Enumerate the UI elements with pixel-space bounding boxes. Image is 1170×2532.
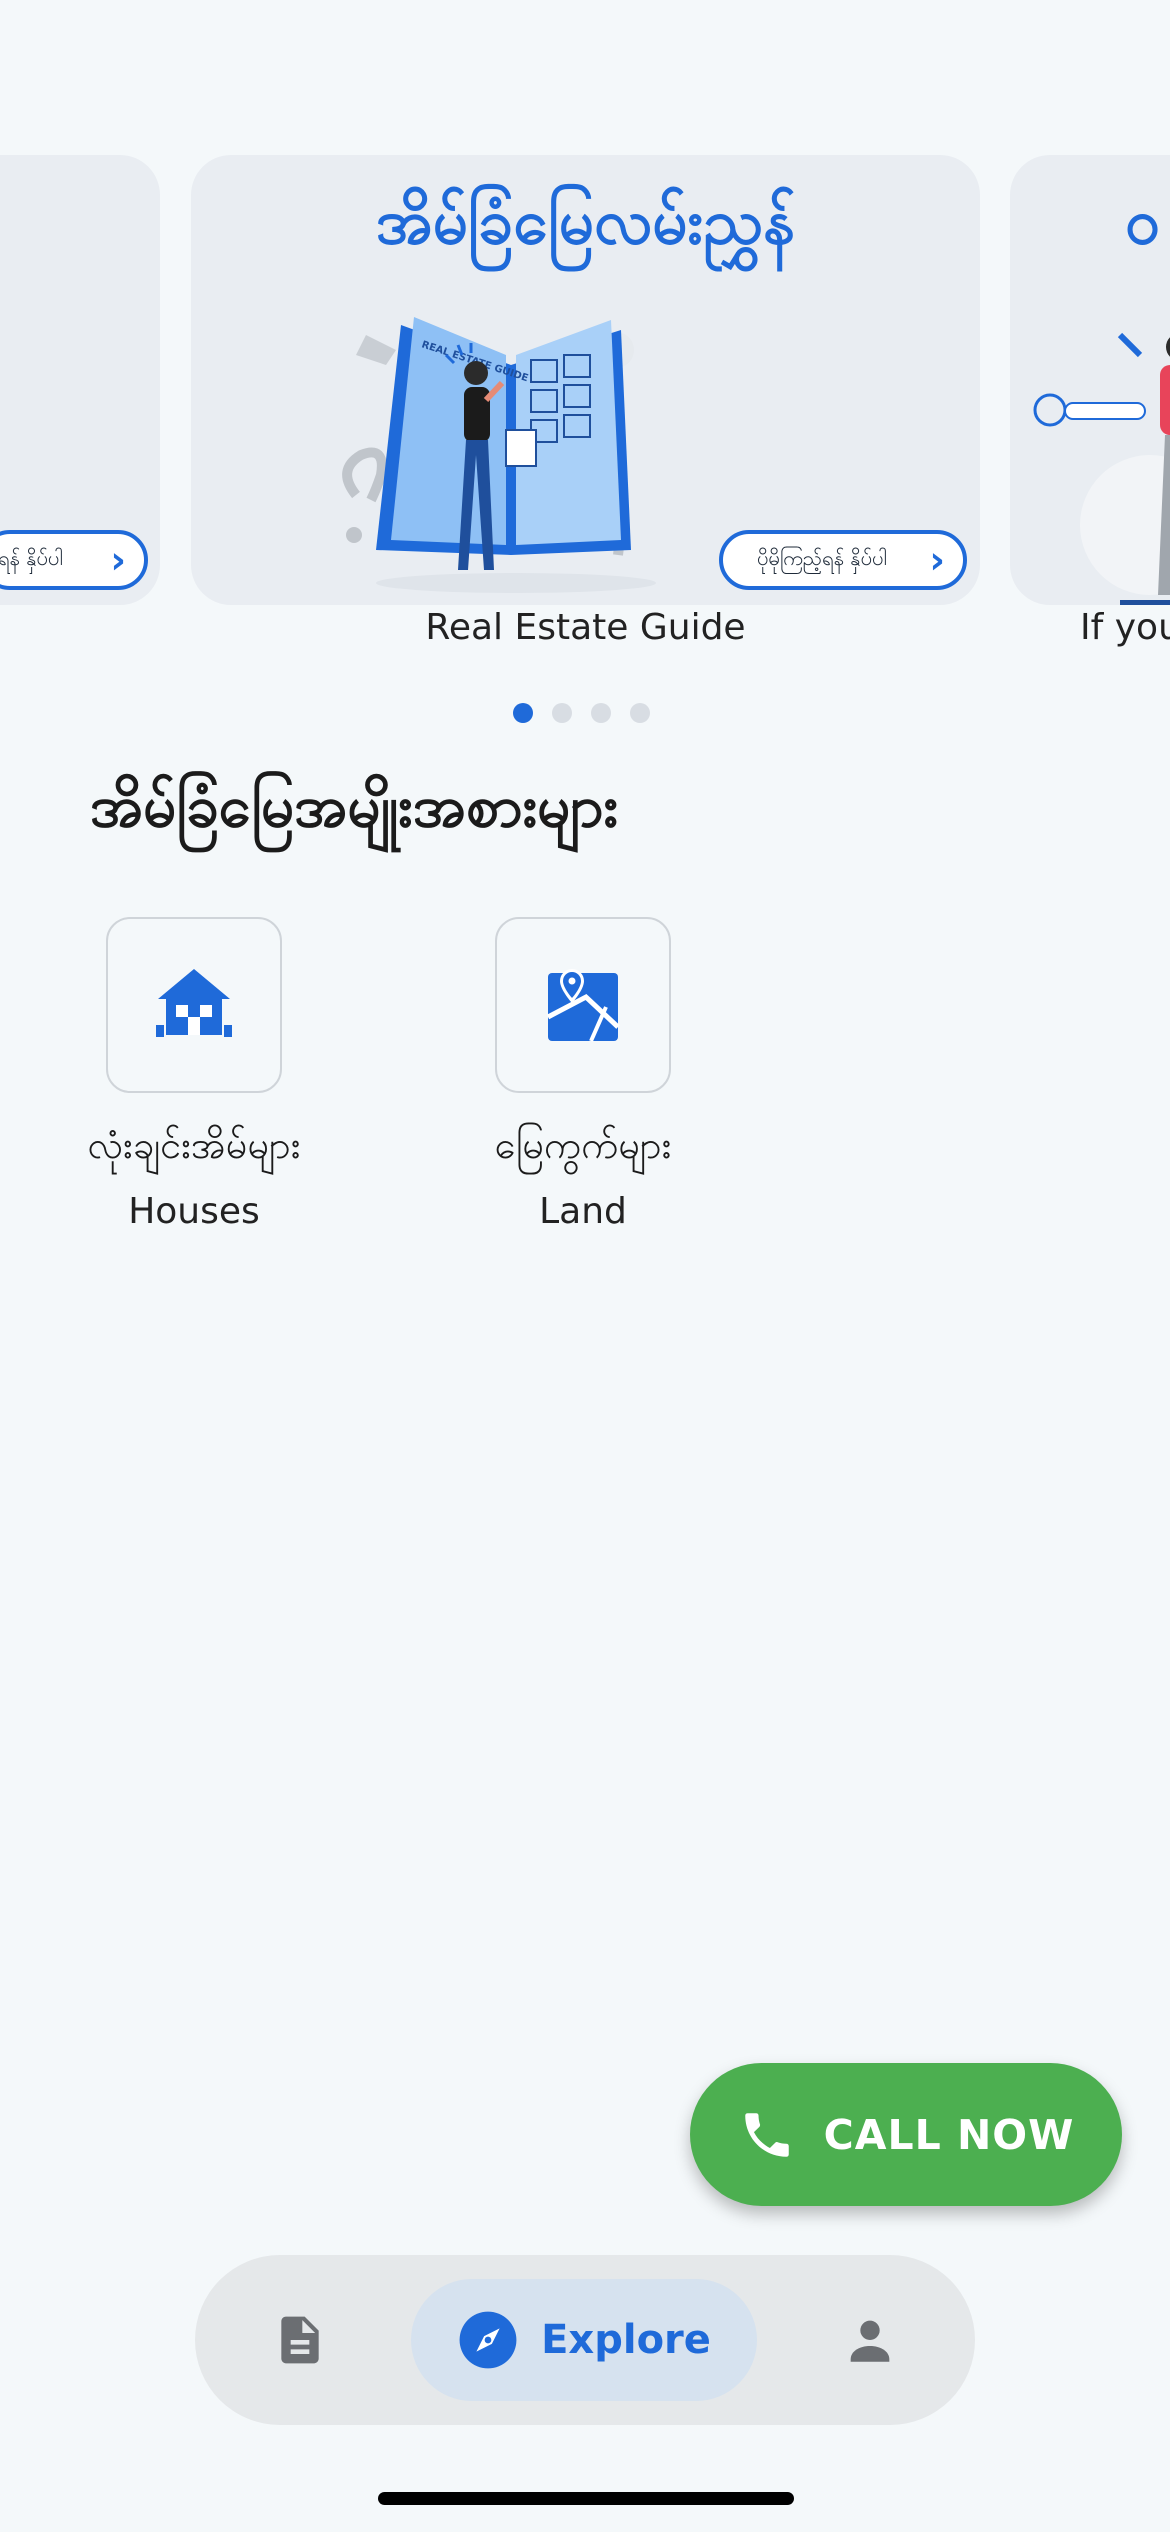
nav-profile[interactable] — [825, 2255, 915, 2425]
category-tile[interactable] — [495, 917, 671, 1093]
carousel-caption-next: If you — [1080, 607, 1170, 648]
person-icon — [850, 2320, 890, 2362]
category-houses[interactable]: လုံးချင်းအိမ်များ Houses — [69, 917, 319, 1232]
page-dot[interactable] — [591, 703, 611, 723]
phone-icon — [744, 2112, 789, 2157]
category-land[interactable]: မြေကွက်များ Land — [458, 917, 708, 1232]
categories-title: အိမ်ခြံမြေအမျိုးအစားများ — [90, 772, 619, 840]
compass-icon — [459, 2311, 517, 2369]
category-label-my: လုံးချင်းအိမ်များ — [87, 1123, 301, 1167]
category-label-my: မြေကွက်များ — [494, 1123, 672, 1167]
category-label-en: Land — [539, 1191, 627, 1232]
chevron-right-icon: › — [929, 538, 945, 582]
bottom-navigation: Explore — [195, 2255, 975, 2425]
chevron-right-icon: › — [110, 538, 126, 582]
real-estate-guide-illustration: REAL ESTATE GUIDE — [342, 317, 656, 593]
page-dot[interactable] — [630, 703, 650, 723]
carousel-card-previous[interactable]: ရန် နှိပ်ပါ › — [0, 155, 160, 605]
home-indicator — [378, 2492, 794, 2505]
nav-explore[interactable]: Explore — [411, 2279, 757, 2401]
category-label-en: Houses — [128, 1191, 260, 1232]
card-title: အိမ်ခြံမြေလမ်းညွှန် — [375, 185, 796, 258]
card-more-button[interactable]: ပိုမိုကြည့်ရန် နှိပ်ပါ › — [719, 530, 967, 590]
carousel-caption: Real Estate Guide — [425, 607, 746, 648]
page-dot[interactable] — [552, 703, 572, 723]
carousel-card-next[interactable]: ဝ — [1010, 155, 1170, 605]
card-more-button-label: ရန် နှိပ်ပါ — [0, 546, 63, 570]
page-dot-active[interactable] — [513, 703, 533, 723]
category-tile[interactable] — [106, 917, 282, 1093]
call-now-button[interactable]: CALL NOW — [690, 2063, 1122, 2206]
card-more-button-label: ပိုမိုကြည့်ရန် နှိပ်ပါ — [757, 546, 887, 570]
review-illustration — [1033, 332, 1170, 605]
document-icon — [281, 2316, 319, 2364]
carousel-page-indicator — [513, 703, 650, 723]
call-now-label: CALL NOW — [823, 2110, 1075, 2159]
nav-explore-label: Explore — [541, 2317, 711, 2363]
carousel-card-current[interactable]: အိမ်ခြံမြေလမ်းညွှန် REAL ESTATE GUIDE ပိ… — [191, 155, 980, 605]
card-more-button[interactable]: ရန် နှိပ်ပါ › — [0, 530, 148, 590]
house-icon — [156, 969, 232, 1037]
promo-carousel[interactable]: ရန် နှိပ်ပါ › အိမ်ခြံမြေလမ်းညွှန် REAL E… — [0, 155, 1170, 675]
nav-documents[interactable] — [255, 2255, 345, 2425]
map-pin-icon — [546, 969, 620, 1042]
card-title: ဝ — [1125, 185, 1160, 258]
